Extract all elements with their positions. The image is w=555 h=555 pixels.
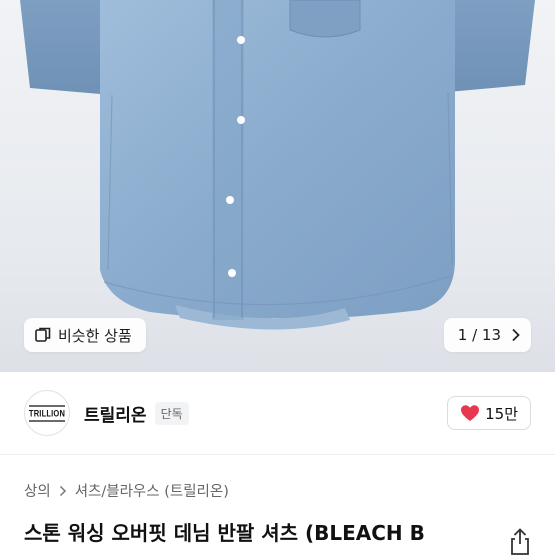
seller-row: TRILLION 트릴리온 단독 15만 xyxy=(0,372,555,454)
seller-name[interactable]: 트릴리온 xyxy=(84,401,147,426)
similar-products-label: 비슷한 상품 xyxy=(58,326,132,345)
breadcrumb-subcategory[interactable]: 셔츠/블라우스 (트릴리온) xyxy=(75,480,229,501)
chevron-right-icon xyxy=(59,485,67,497)
section-divider xyxy=(0,454,555,455)
seller-avatar[interactable]: TRILLION xyxy=(24,390,70,436)
breadcrumb-category[interactable]: 상의 xyxy=(24,480,51,501)
similar-products-button[interactable]: 비슷한 상품 xyxy=(24,318,146,352)
like-button[interactable]: 15만 xyxy=(447,396,531,430)
copy-icon xyxy=(34,326,52,344)
image-pager[interactable]: 1 / 13 xyxy=(443,318,531,352)
exclusive-badge: 단독 xyxy=(154,401,189,425)
product-image xyxy=(20,0,535,330)
chevron-right-icon[interactable] xyxy=(511,328,521,342)
share-icon[interactable] xyxy=(507,528,533,555)
seller-logo-text: TRILLION xyxy=(28,404,66,422)
product-title: 스톤 워싱 오버핏 데님 반팔 셔츠 (BLEACH B xyxy=(24,521,425,545)
like-count: 15만 xyxy=(485,404,518,423)
heart-icon xyxy=(460,404,480,422)
image-counter: 1 / 13 xyxy=(457,326,501,344)
product-image-gallery[interactable]: 비슷한 상품 1 / 13 xyxy=(0,0,555,372)
breadcrumb: 상의 셔츠/블라우스 (트릴리온) xyxy=(24,480,229,501)
